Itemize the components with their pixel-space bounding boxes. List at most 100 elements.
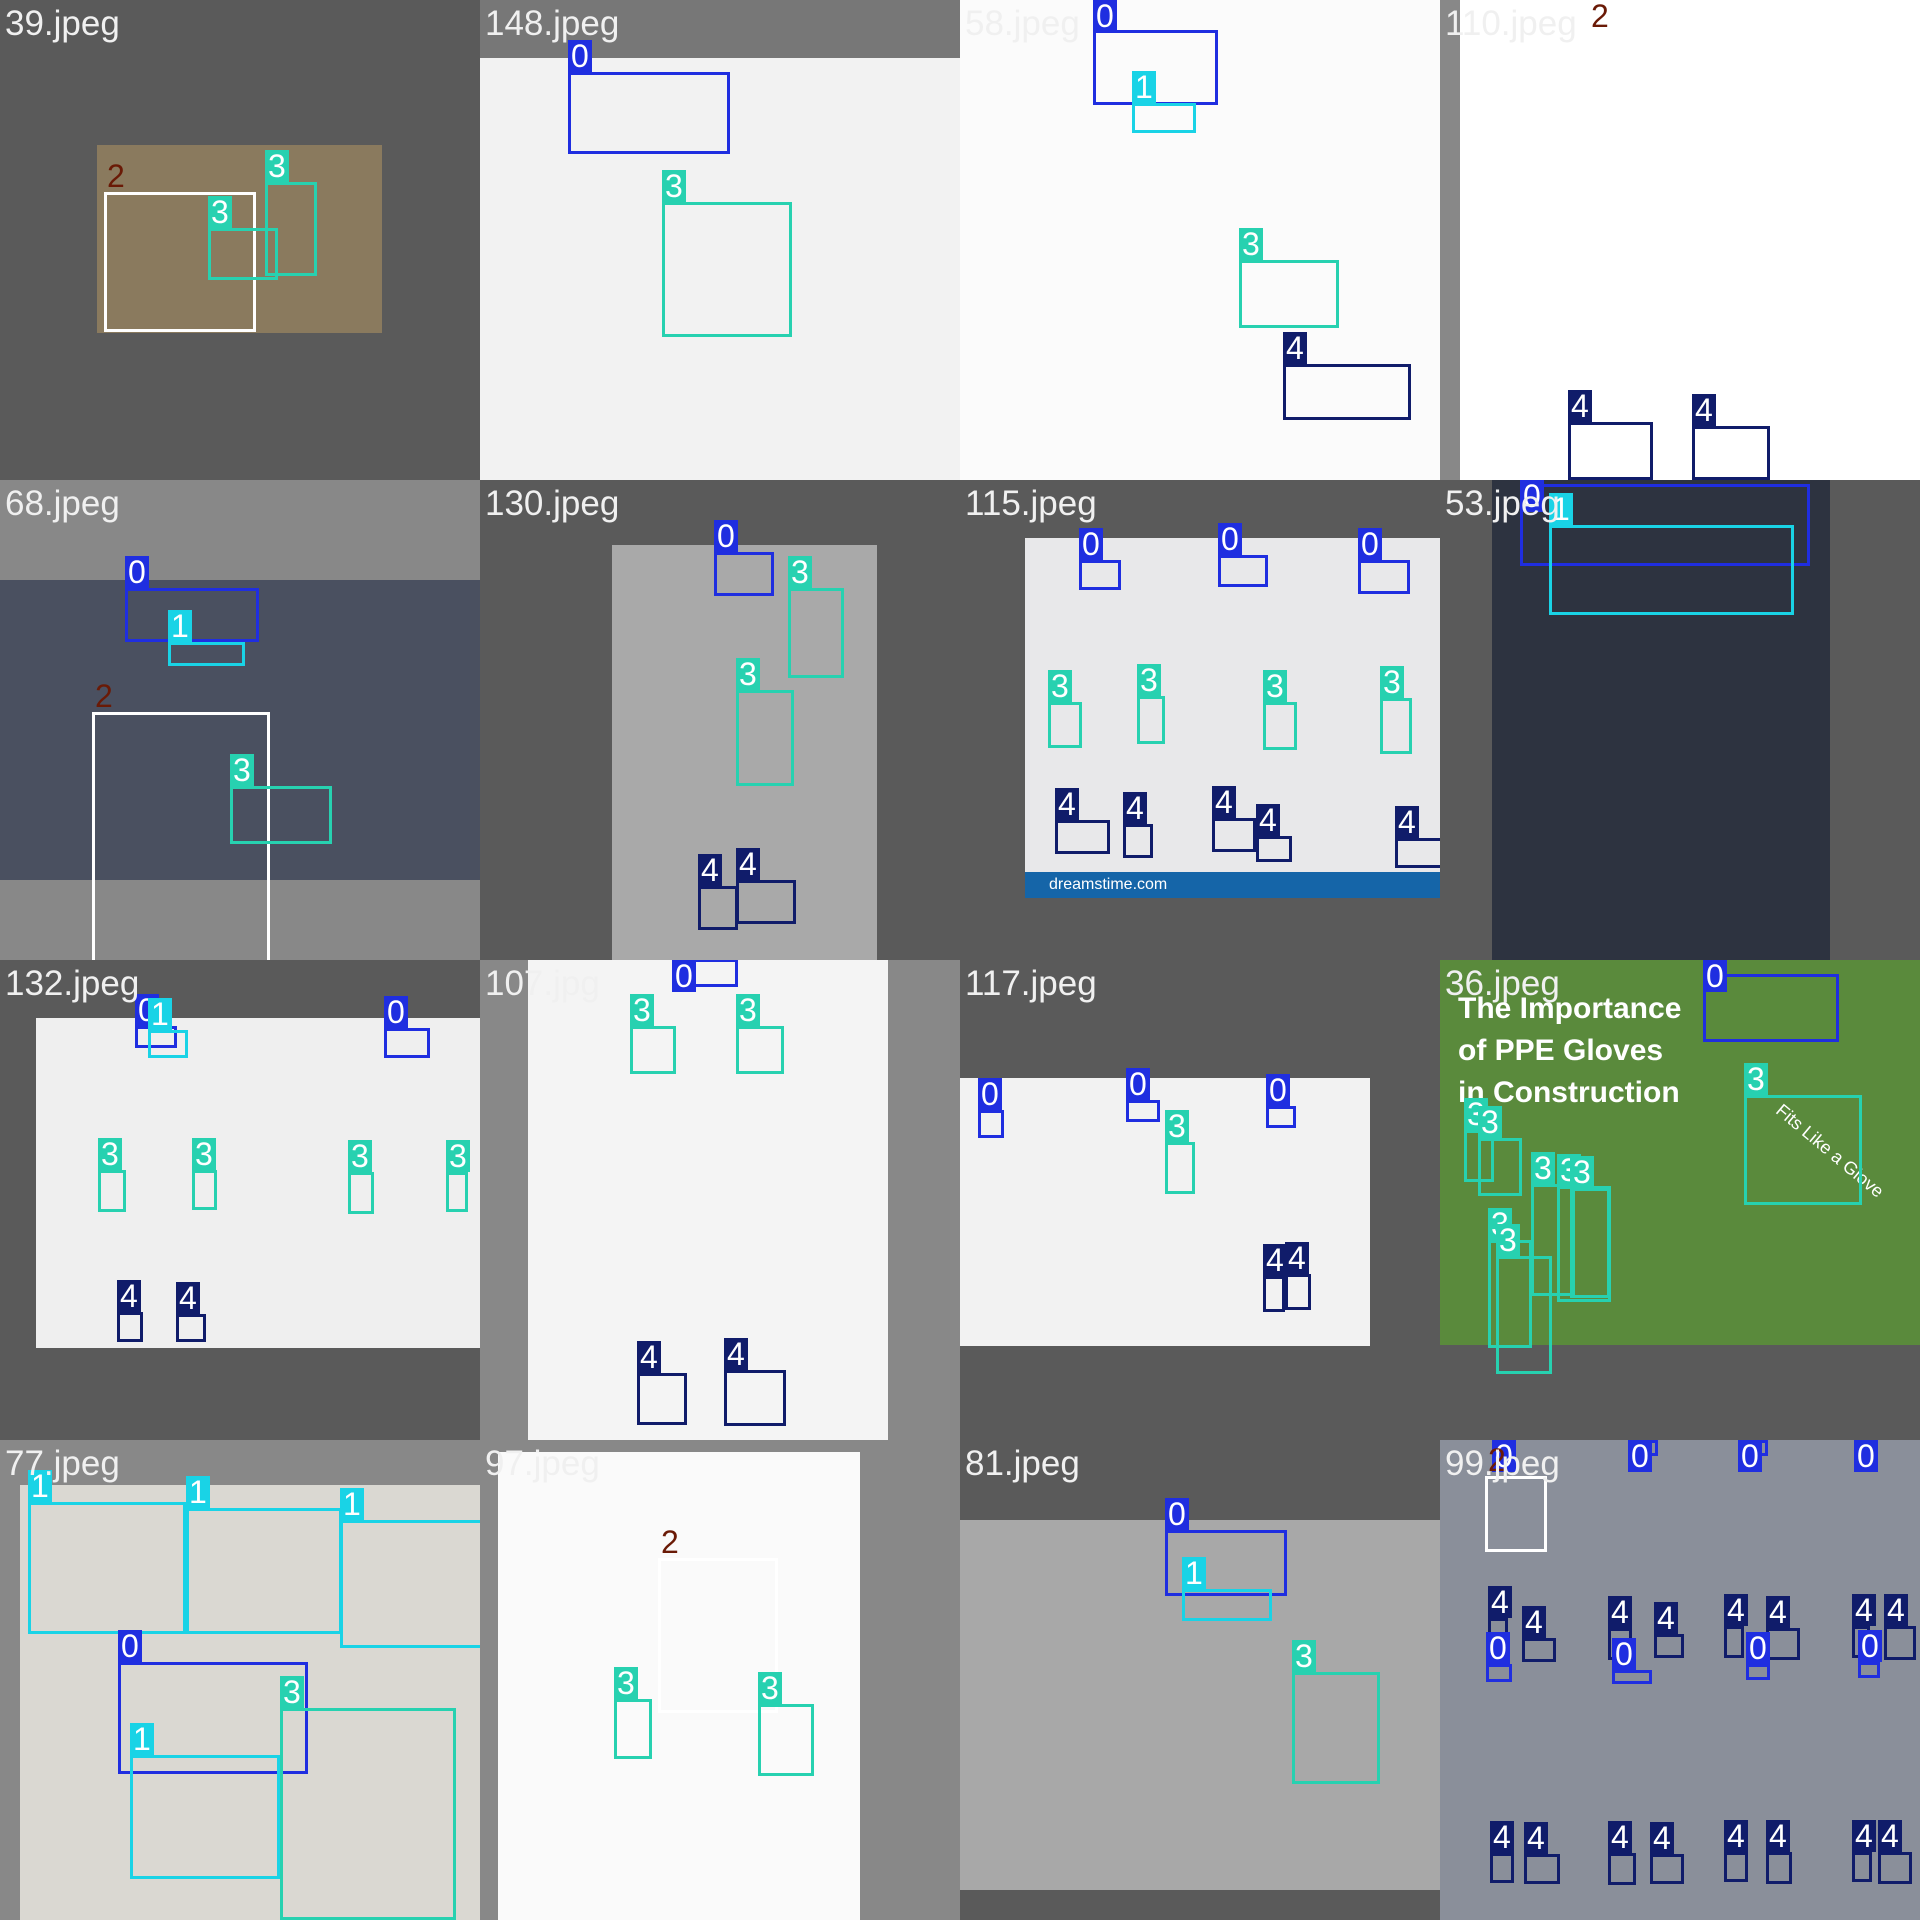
bbox-class-3 bbox=[1496, 1256, 1552, 1374]
bbox-class-1 bbox=[130, 1755, 280, 1879]
bbox-label: 4 bbox=[1608, 1596, 1632, 1628]
bbox-class-0 bbox=[1612, 1670, 1652, 1684]
bbox-label: 0 bbox=[1703, 960, 1727, 992]
bbox-label: 4 bbox=[1884, 1594, 1908, 1626]
bbox-class-4 bbox=[1568, 422, 1653, 480]
bbox-label: 1 bbox=[148, 998, 172, 1030]
bbox-label: 3 bbox=[736, 994, 760, 1026]
bbox-class-3 bbox=[348, 1172, 374, 1214]
bbox-label: 1 bbox=[340, 1488, 364, 1520]
bbox-label: 4 bbox=[1878, 1820, 1902, 1852]
bbox-label: 3 bbox=[1478, 1106, 1502, 1138]
bbox-class-3 bbox=[736, 1026, 784, 1074]
bbox-class-4 bbox=[1766, 1628, 1800, 1660]
bbox-class-3 bbox=[630, 1026, 676, 1074]
bbox-class-3 bbox=[1292, 1672, 1380, 1784]
bbox-label: 3 bbox=[1496, 1224, 1520, 1256]
bbox-class-3 bbox=[446, 1172, 468, 1212]
bbox-class-3 bbox=[192, 1170, 217, 1210]
bbox-class-3 bbox=[98, 1170, 126, 1212]
bbox-class-3 bbox=[1478, 1138, 1522, 1196]
bbox-label: 4 bbox=[1654, 1602, 1678, 1634]
bbox-label: 4 bbox=[1852, 1820, 1876, 1852]
bbox-label: 4 bbox=[176, 1282, 200, 1314]
bbox-label: 2 bbox=[661, 1524, 679, 1560]
bbox-label: 3 bbox=[630, 994, 654, 1026]
image-tile: 2 3 3 39.jpeg bbox=[0, 0, 480, 480]
bbox-class-0 bbox=[978, 1110, 1004, 1138]
bbox-class-0 bbox=[1486, 1664, 1512, 1682]
bbox-class-4 bbox=[1055, 820, 1110, 854]
bbox-label: 1 bbox=[1132, 71, 1156, 103]
bbox-label: 0 bbox=[568, 40, 592, 72]
bbox-label: 4 bbox=[1283, 332, 1307, 364]
bbox-label: 3 bbox=[230, 754, 254, 786]
bbox-class-1 bbox=[168, 642, 245, 666]
bbox-label: 4 bbox=[1395, 806, 1419, 838]
bbox-label: 1 bbox=[130, 1723, 154, 1755]
bbox-class-4 bbox=[1285, 1274, 1311, 1310]
bbox-label: 0 bbox=[1079, 528, 1103, 560]
bbox-class-4 bbox=[1724, 1626, 1744, 1658]
bbox-label: 4 bbox=[1212, 786, 1236, 818]
bbox-class-0 bbox=[568, 72, 730, 154]
bbox-class-3 bbox=[1137, 696, 1165, 744]
bbox-label: 0 bbox=[1738, 1440, 1762, 1472]
image-tile: dreamstime.com 0 0 0 3 3 3 3 4 4 4 4 4 115.jpeg bbox=[960, 480, 1440, 960]
bbox-label: 4 bbox=[1724, 1820, 1748, 1852]
bbox-label: 4 bbox=[1852, 1594, 1876, 1626]
image-tile: 0 3 148.jpeg bbox=[480, 0, 960, 480]
bbox-label: 0 bbox=[714, 520, 738, 552]
bbox-class-4 bbox=[1123, 824, 1153, 858]
bbox-label: 3 bbox=[758, 1672, 782, 1704]
bbox-label: 0 bbox=[1165, 1498, 1189, 1530]
image-tile: 0 0 0 0 2 4 4 4 4 4 4 4 4 0 0 0 0 4 4 4 4 4 4 4 4 99.jpeg bbox=[1440, 1440, 1920, 1920]
bbox-class-3 bbox=[1380, 698, 1412, 754]
bbox-class-4 bbox=[1724, 1852, 1748, 1882]
bbox-class-1 bbox=[1182, 1589, 1272, 1621]
bbox-class-0 bbox=[1126, 1100, 1160, 1122]
bbox-class-0 bbox=[714, 552, 774, 596]
bbox-class-4 bbox=[1884, 1626, 1916, 1660]
bbox-class-1 bbox=[186, 1508, 342, 1634]
bbox-label: 4 bbox=[1055, 788, 1079, 820]
bbox-label: 4 bbox=[1766, 1596, 1790, 1628]
bbox-label: 3 bbox=[348, 1140, 372, 1172]
image-filename: 115.jpeg bbox=[965, 484, 1097, 523]
bbox-label: 2 bbox=[1591, 0, 1609, 34]
bbox-label: 0 bbox=[1093, 0, 1117, 32]
bbox-class-3 bbox=[662, 202, 792, 337]
bbox-label: 3 bbox=[1744, 1063, 1768, 1095]
bbox-label: 3 bbox=[280, 1676, 304, 1708]
bbox-label: 3 bbox=[1263, 670, 1287, 702]
bbox-label: 3 bbox=[265, 150, 289, 182]
bbox-label: 3 bbox=[614, 1667, 638, 1699]
bbox-label: 0 bbox=[1854, 1440, 1878, 1472]
image-filename: 99.jpeg bbox=[1445, 1444, 1560, 1483]
bbox-label: 0 bbox=[1486, 1632, 1510, 1664]
image-tile: 0 3 3 4 4 130.jpeg bbox=[480, 480, 960, 960]
bbox-class-4 bbox=[736, 880, 796, 924]
image-filename: 132.jpeg bbox=[5, 964, 140, 1003]
bbox-label: 0 bbox=[672, 960, 696, 992]
image-filename: 58.jpeg bbox=[965, 4, 1080, 43]
bbox-label: 0 bbox=[1628, 1440, 1652, 1472]
bbox-label: 3 bbox=[1531, 1152, 1555, 1184]
bbox-label: 0 bbox=[384, 996, 408, 1028]
image-tile: 0 1 2 3 68.jpeg bbox=[0, 480, 480, 960]
image-filename: 81.jpeg bbox=[965, 1444, 1080, 1483]
bbox-class-3 bbox=[614, 1699, 652, 1759]
poster-title-line: of PPE Gloves bbox=[1458, 1034, 1664, 1067]
bbox-label: 0 bbox=[118, 1630, 142, 1662]
image-tile: 0 3 3 4 4 107.jpg bbox=[480, 960, 960, 1440]
bbox-class-4 bbox=[1852, 1852, 1872, 1882]
watermark-caption: dreamstime.com bbox=[1025, 872, 1440, 898]
detection-mosaic: 2 3 3 39.jpeg 0 3 148.jpeg 0 1 3 4 58.jpeg 2 4 4 110.jp… bbox=[0, 0, 1920, 1920]
bbox-label: 4 bbox=[1608, 1821, 1632, 1853]
bbox-class-3 bbox=[1570, 1188, 1610, 1298]
bbox-label: 4 bbox=[1490, 1821, 1514, 1853]
bbox-class-0 bbox=[1858, 1662, 1880, 1678]
bbox-class-4 bbox=[1524, 1854, 1560, 1884]
bbox-label: 4 bbox=[1650, 1822, 1674, 1854]
bbox-class-0 bbox=[384, 1028, 430, 1058]
